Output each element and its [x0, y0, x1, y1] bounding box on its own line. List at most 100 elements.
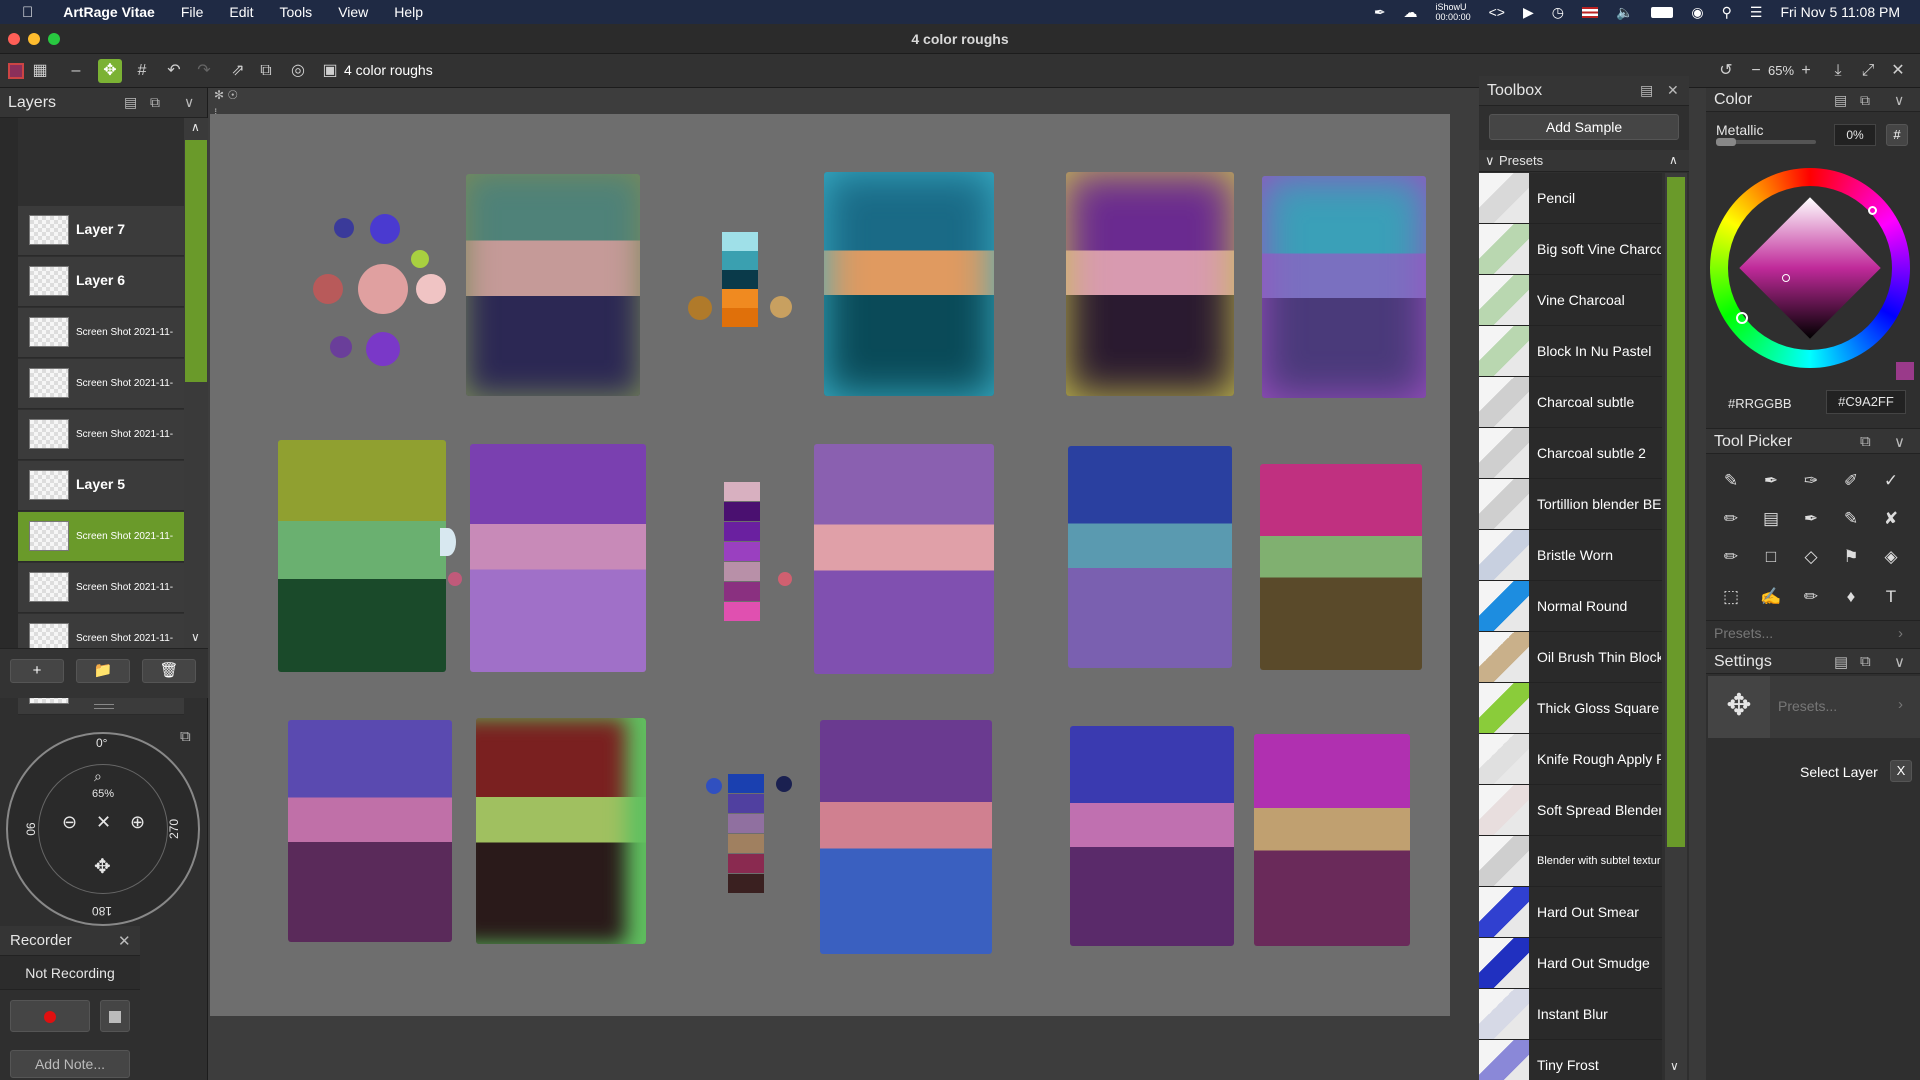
zoom-in-nav-icon[interactable]: ⊕ — [130, 812, 145, 833]
zoom-fit-icon[interactable]: ⌕ — [94, 768, 102, 785]
presets-scroll-up-icon[interactable]: ∧ — [1669, 153, 1678, 167]
layer-row[interactable]: Screen Shot 2021-11- — [18, 563, 184, 613]
export-icon[interactable]: ⇗ — [226, 59, 250, 83]
brush-icon[interactable]: ✏ — [1796, 582, 1826, 612]
preset-item[interactable]: Block In Nu Pastel — [1479, 326, 1662, 377]
color-rough-5[interactable] — [278, 440, 446, 672]
preset-item[interactable]: Tiny Frost — [1479, 1040, 1662, 1080]
presets-scroll-down-icon[interactable]: ∨ — [1670, 1059, 1679, 1073]
pencil-icon[interactable]: ✏ — [1716, 504, 1746, 534]
gloop-pen-icon[interactable]: ✎ — [1836, 504, 1866, 534]
chalk-icon[interactable]: ✏ — [1716, 542, 1746, 572]
play-circle-icon[interactable]: ▶ — [1523, 4, 1534, 21]
palette-knife-icon[interactable]: ✐ — [1836, 466, 1866, 496]
fill-icon[interactable]: ⚑ — [1836, 542, 1866, 572]
layer-menu-icon[interactable]: ▤ — [124, 94, 137, 111]
settings-menu-icon[interactable]: ▤ — [1834, 653, 1848, 671]
text-tool-icon[interactable]: T — [1876, 582, 1906, 612]
color-menu-icon[interactable]: ▤ — [1834, 92, 1847, 109]
download-icon[interactable]: ⤓ — [1826, 59, 1850, 83]
sticker-icon[interactable]: □ — [1756, 542, 1786, 572]
fullscreen-icon[interactable]: ⤢ — [1856, 59, 1880, 83]
close-document-icon[interactable]: ✕ — [1886, 59, 1910, 83]
oil-brush-icon[interactable]: ✎ — [1716, 466, 1746, 496]
document-icon[interactable]: ▣ — [318, 59, 342, 83]
color-sampler-icon[interactable]: ♦ — [1836, 582, 1866, 612]
recorder-close-icon[interactable]: ✕ — [118, 932, 131, 950]
apple-icon[interactable]:  — [22, 4, 33, 21]
metallic-value[interactable]: 0% — [1834, 124, 1876, 146]
chevron-down-icon[interactable]: ∨ — [184, 94, 194, 111]
zoom-window-button[interactable] — [48, 33, 60, 45]
color-rough-9[interactable] — [1260, 464, 1422, 670]
scroll-down-icon[interactable]: ∨ — [191, 630, 200, 644]
layer-popout-icon[interactable]: ⧉ — [150, 94, 160, 111]
move-tool-settings-icon[interactable]: ✥ — [1708, 676, 1770, 738]
tool-presets-row[interactable]: Presets... › — [1706, 620, 1920, 644]
color-wheel[interactable] — [1710, 168, 1910, 368]
eraser-icon[interactable]: ◇ — [1796, 542, 1826, 572]
move-tool-icon[interactable]: ✥ — [98, 59, 122, 83]
menu-file[interactable]: File — [181, 4, 204, 20]
navigator-popout-icon[interactable]: ⧉ — [180, 728, 191, 745]
close-window-button[interactable] — [8, 33, 20, 45]
settings-popout-icon[interactable]: ⧉ — [1860, 653, 1871, 670]
layer-row[interactable]: Layer 5 — [18, 461, 184, 511]
panel-grip[interactable] — [94, 704, 114, 709]
layer-row[interactable]: Screen Shot 2021-11- — [18, 410, 184, 460]
ink-pen-icon[interactable]: ✓ — [1876, 466, 1906, 496]
preset-item[interactable]: Oil Brush Thin Block In — [1479, 632, 1662, 683]
color-rough-14[interactable] — [1254, 734, 1410, 946]
hue-ring-marker[interactable] — [1736, 312, 1748, 324]
preset-item[interactable]: Bristle Worn — [1479, 530, 1662, 581]
control-center-icon[interactable]: ☰ — [1750, 4, 1763, 21]
painting-canvas[interactable] — [210, 114, 1450, 1016]
chevron-right-icon[interactable]: › — [1898, 625, 1903, 642]
airbrush-icon[interactable]: ✑ — [1796, 466, 1826, 496]
spotlight-search-icon[interactable]: ⚲ — [1722, 4, 1732, 21]
layer-row[interactable]: Screen Shot 2021-11- — [18, 359, 184, 409]
color-rough-8[interactable] — [1068, 446, 1232, 668]
preset-item[interactable]: Knife Rough Apply Paint — [1479, 734, 1662, 785]
select-layer-button[interactable]: X — [1890, 760, 1912, 782]
custom-brush-icon[interactable]: ✘ — [1876, 504, 1906, 534]
color-rough-3[interactable] — [1066, 172, 1234, 396]
stop-button[interactable] — [100, 1000, 130, 1032]
redo-icon[interactable]: ↷ — [192, 59, 216, 83]
color-rough-7[interactable] — [814, 444, 994, 674]
toolbox-close-icon[interactable]: ✕ — [1667, 82, 1679, 99]
minus-icon[interactable]: – — [64, 59, 88, 83]
layer-row[interactable]: Layer 7 — [18, 206, 184, 256]
tool-picker-popout-icon[interactable]: ⧉ — [1860, 433, 1871, 450]
ruler-tool-icon[interactable]: ✻ ☉ — [214, 88, 238, 102]
color-rough-13[interactable] — [1070, 726, 1234, 946]
color-rough-1[interactable] — [466, 174, 640, 396]
pen-tray-icon[interactable]: ✒ — [1374, 4, 1386, 21]
layer-group-button[interactable]: 📁 — [76, 659, 130, 683]
glitter-icon[interactable]: ◈ — [1876, 542, 1906, 572]
grid-icon[interactable]: # — [130, 59, 154, 83]
clock[interactable]: Fri Nov 5 11:08 PM — [1780, 4, 1900, 20]
delete-layer-button[interactable]: 🗑 — [142, 659, 196, 683]
chevron-right-icon[interactable]: › — [1898, 696, 1903, 713]
presets-scrollbar[interactable]: ∨ — [1665, 173, 1687, 1080]
hash-button[interactable]: # — [1886, 124, 1908, 146]
preset-item[interactable]: Blender with subtel texture — [1479, 836, 1662, 887]
preset-item[interactable]: Charcoal subtle 2 — [1479, 428, 1662, 479]
undo-icon[interactable]: ↶ — [162, 59, 186, 83]
chevron-down-icon[interactable]: ∨ — [1894, 433, 1905, 451]
menu-help[interactable]: Help — [394, 4, 423, 20]
menu-view[interactable]: View — [338, 4, 368, 20]
add-note-button[interactable]: Add Note... — [10, 1050, 130, 1078]
preset-item[interactable]: Thick Gloss Square — [1479, 683, 1662, 734]
app-menu[interactable]: ArtRage Vitae — [63, 4, 155, 20]
preset-item[interactable]: Vine Charcoal — [1479, 275, 1662, 326]
preset-item[interactable]: Big soft Vine Charcoal — [1479, 224, 1662, 275]
color-rough-12[interactable] — [820, 720, 992, 954]
toolbox-menu-icon[interactable]: ▤ — [1640, 82, 1653, 99]
preset-item[interactable]: Normal Round — [1479, 581, 1662, 632]
reset-icon[interactable]: ✕ — [96, 812, 111, 833]
scroll-up-icon[interactable]: ∧ — [191, 120, 200, 134]
chevron-down-icon[interactable]: ∨ — [1894, 653, 1905, 671]
layer-scroll-thumb[interactable] — [185, 140, 207, 382]
